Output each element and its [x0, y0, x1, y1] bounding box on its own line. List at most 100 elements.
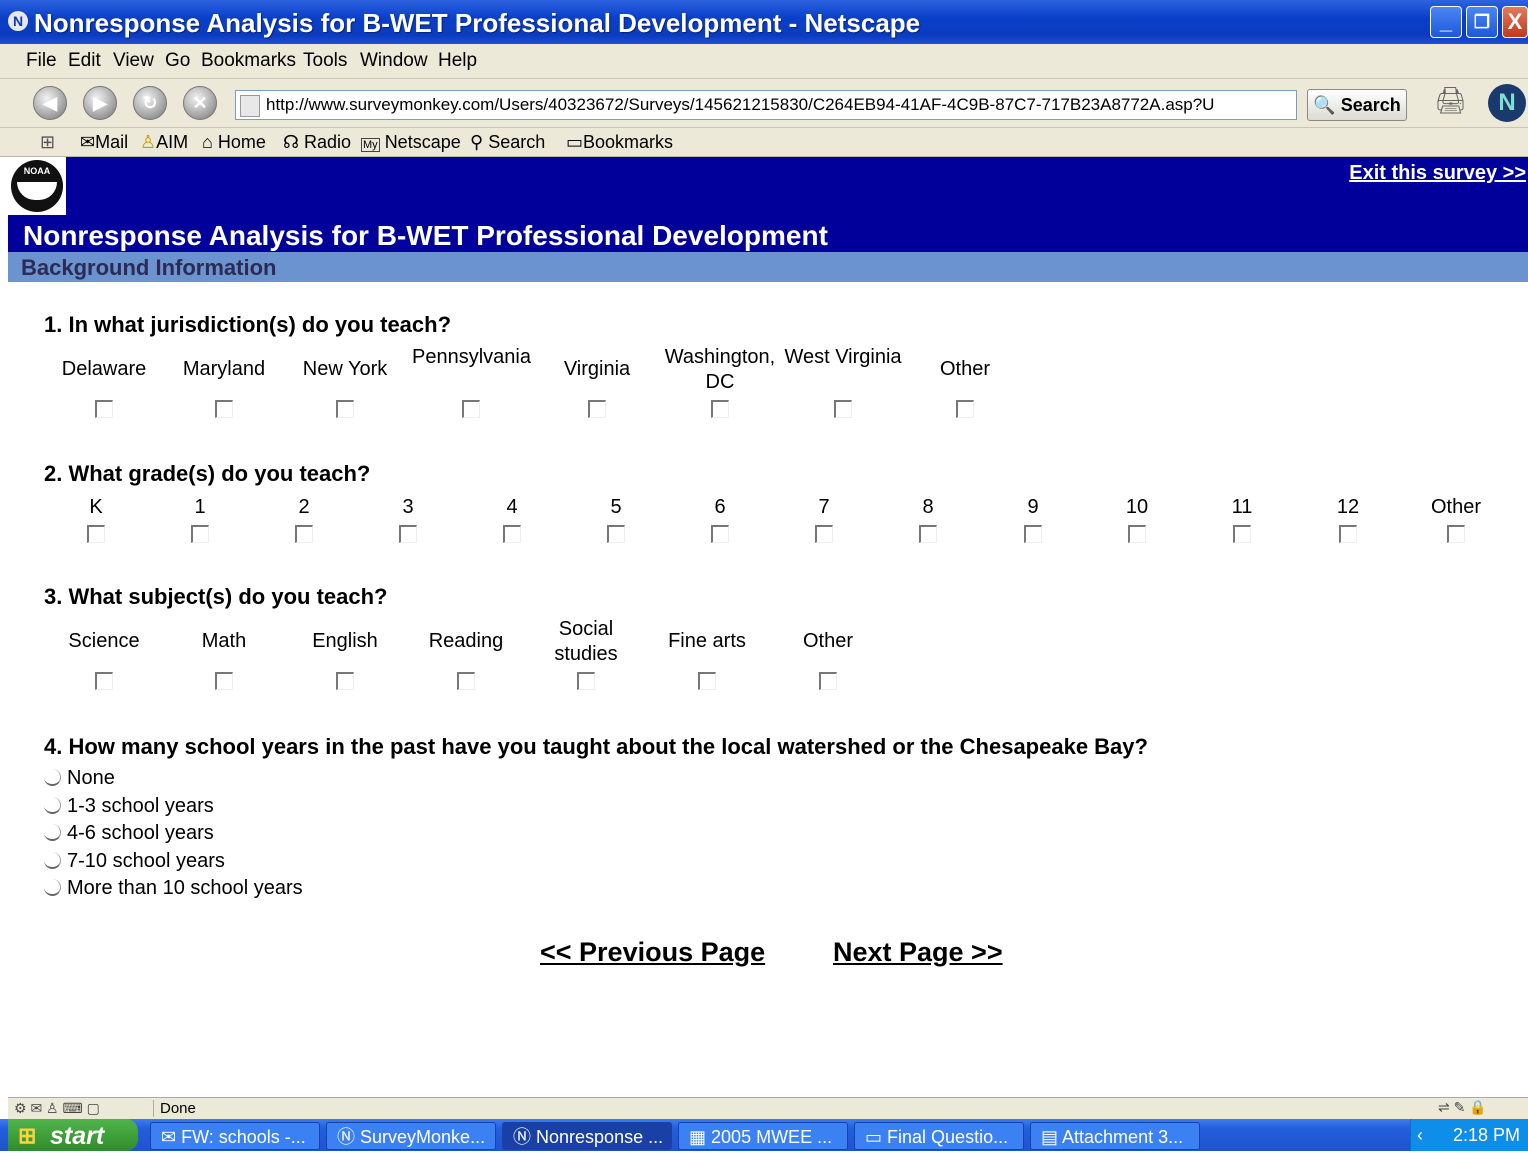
- checkbox[interactable]: [1339, 525, 1357, 543]
- page-icon: [240, 95, 260, 117]
- q2-option-label: 5: [610, 496, 622, 518]
- task-2005-mwee[interactable]: ▦ 2005 MWEE ...: [678, 1122, 848, 1150]
- menu-view[interactable]: View: [113, 50, 154, 72]
- menu-window[interactable]: Window: [360, 50, 428, 72]
- bookmarks-folder[interactable]: ▭Bookmarks: [566, 132, 673, 153]
- checkbox[interactable]: [95, 400, 113, 418]
- next-page-link[interactable]: Next Page >>: [833, 937, 1003, 968]
- checkbox[interactable]: [87, 525, 105, 543]
- checkbox[interactable]: [462, 400, 480, 418]
- checkbox[interactable]: [336, 672, 354, 690]
- tray-arrow-icon[interactable]: ‹: [1417, 1119, 1423, 1151]
- checkbox[interactable]: [819, 672, 837, 690]
- radio-button[interactable]: [44, 769, 61, 786]
- window-titlebar: N Nonresponse Analysis for B-WET Profess…: [0, 0, 1528, 44]
- bookmark-radio[interactable]: ☊ Radio: [283, 132, 351, 153]
- task-fw-schools[interactable]: ✉ FW: schools -...: [150, 1122, 320, 1150]
- task-nonresponse[interactable]: Ⓝ Nonresponse ...: [502, 1122, 672, 1150]
- exit-survey-link[interactable]: Exit this survey >>: [1349, 162, 1526, 185]
- menu-help[interactable]: Help: [438, 50, 477, 72]
- q2-option-label: 12: [1336, 496, 1360, 518]
- checkbox[interactable]: [711, 400, 729, 418]
- radio-option[interactable]: 4-6 school years: [44, 822, 214, 845]
- personal-toolbar: ⊞ ✉Mail ♙AIM ⌂ Home ☊ Radio My Netscape …: [0, 128, 1528, 157]
- menu-edit[interactable]: Edit: [68, 50, 101, 72]
- radio-button[interactable]: [44, 797, 61, 814]
- minimize-button[interactable]: _: [1430, 6, 1462, 38]
- section-header: Background Information: [8, 252, 1528, 282]
- menu-go[interactable]: Go: [165, 50, 190, 72]
- bookmark-home[interactable]: ⌂ Home: [202, 132, 266, 153]
- q3-option-label: Fine arts: [668, 630, 746, 652]
- my-netscape-icon: My: [361, 138, 380, 152]
- radio-option[interactable]: None: [44, 767, 115, 790]
- checkbox[interactable]: [295, 525, 313, 543]
- radio-option[interactable]: More than 10 school years: [44, 877, 303, 900]
- close-button[interactable]: X: [1502, 6, 1528, 38]
- checkbox[interactable]: [588, 400, 606, 418]
- radio-button[interactable]: [44, 824, 61, 841]
- checkbox[interactable]: [956, 400, 974, 418]
- checkbox[interactable]: [711, 525, 729, 543]
- radio-button[interactable]: [44, 852, 61, 869]
- search-button[interactable]: 🔍 Search: [1307, 89, 1407, 121]
- netscape-app-icon: N: [8, 11, 28, 31]
- menu-file[interactable]: File: [26, 50, 57, 72]
- checkbox[interactable]: [457, 672, 475, 690]
- checkbox[interactable]: [399, 525, 417, 543]
- checkbox[interactable]: [215, 672, 233, 690]
- stop-icon[interactable]: ✕: [183, 86, 217, 120]
- bookmark-search[interactable]: ⚲ Search: [470, 132, 545, 153]
- security-lock-icon: ⇌ ✎ 🔒: [1438, 1099, 1487, 1115]
- checkbox[interactable]: [919, 525, 937, 543]
- back-arrow-icon[interactable]: ◀: [33, 86, 67, 120]
- word-icon: ▤: [1041, 1127, 1059, 1147]
- checkbox[interactable]: [215, 400, 233, 418]
- q2-option-label: 1: [194, 496, 206, 518]
- checkbox[interactable]: [1128, 525, 1146, 543]
- checkbox[interactable]: [336, 400, 354, 418]
- start-button[interactable]: ⊞ start: [8, 1119, 138, 1151]
- checkbox[interactable]: [815, 525, 833, 543]
- reload-icon[interactable]: ↻: [133, 86, 167, 120]
- checkbox[interactable]: [698, 672, 716, 690]
- forward-arrow-icon[interactable]: ▶: [83, 86, 117, 120]
- aim-icon: ♙: [140, 132, 157, 152]
- checkbox[interactable]: [834, 400, 852, 418]
- menu-bookmarks[interactable]: Bookmarks: [201, 50, 296, 72]
- bookmark-netscape[interactable]: My Netscape: [361, 132, 461, 153]
- checkbox[interactable]: [1233, 525, 1251, 543]
- radio-option[interactable]: 7-10 school years: [44, 850, 225, 873]
- checkbox[interactable]: [1024, 525, 1042, 543]
- checkbox[interactable]: [95, 672, 113, 690]
- home-icon: ⌂: [202, 132, 213, 152]
- checkbox[interactable]: [607, 525, 625, 543]
- radio-button[interactable]: [44, 879, 61, 896]
- previous-page-link[interactable]: << Previous Page: [540, 937, 765, 968]
- q3-option-label: Reading: [428, 630, 504, 652]
- checkbox[interactable]: [503, 525, 521, 543]
- tabs-icon[interactable]: ⊞: [40, 132, 55, 153]
- radio-option[interactable]: 1-3 school years: [44, 795, 214, 818]
- menu-tools[interactable]: Tools: [303, 50, 347, 72]
- noaa-logo: NOAA: [8, 157, 66, 215]
- print-icon[interactable]: 🖨: [1434, 85, 1470, 115]
- search-icon: ⚲: [470, 132, 484, 152]
- task-attachment[interactable]: ▤ Attachment 3...: [1030, 1122, 1200, 1150]
- mail-icon: ✉: [80, 132, 96, 152]
- restore-button[interactable]: ❐: [1466, 6, 1498, 38]
- excel-icon: ▦: [689, 1127, 707, 1147]
- task-surveymonkey[interactable]: Ⓝ SurveyMonke...: [326, 1122, 496, 1150]
- window-title: Nonresponse Analysis for B-WET Professio…: [34, 8, 921, 38]
- bookmark-aim[interactable]: ♙AIM: [140, 132, 188, 153]
- checkbox[interactable]: [577, 672, 595, 690]
- checkbox[interactable]: [1447, 525, 1465, 543]
- q2-option-label: 10: [1125, 496, 1149, 518]
- q3-option-label: English: [312, 630, 378, 652]
- bookmark-mail[interactable]: ✉Mail: [80, 132, 128, 153]
- q2-option-label: 11: [1231, 496, 1253, 518]
- checkbox[interactable]: [191, 525, 209, 543]
- q3-option-label: Other: [802, 630, 854, 652]
- task-final-questionnaire[interactable]: ▭ Final Questio...: [854, 1122, 1024, 1150]
- url-field[interactable]: http://www.surveymonkey.com/Users/403236…: [235, 90, 1297, 120]
